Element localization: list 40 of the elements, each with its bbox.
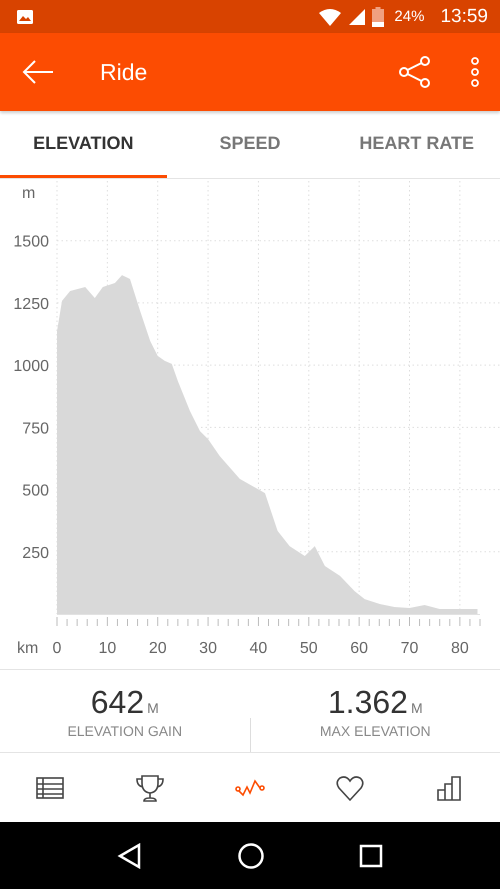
battery-icon [372,6,384,26]
y-axis-label: 1500 [13,234,49,251]
clock: 13:59 [440,6,488,28]
stat-label: MAX ELEVATION [320,722,431,738]
x-axis-label: 40 [250,640,268,657]
stat-unit: M [147,700,159,716]
y-axis-label: 250 [22,544,49,562]
stat-value: 1.362 [328,684,408,720]
home-circle-icon[interactable] [237,842,265,870]
x-axis-label: 70 [400,640,418,657]
x-axis-label: 60 [350,640,368,657]
stat-value: 642 [90,684,144,720]
more-options-button[interactable] [470,57,480,87]
stat-unit: M [410,700,423,716]
x-axis-label: 0 [52,640,62,657]
x-axis-unit: km [17,640,38,657]
x-axis-label: 20 [148,640,167,657]
signal-icon [348,8,366,26]
x-axis-label: 30 [199,640,217,657]
share-button[interactable] [398,55,432,89]
screen-title: Ride [100,58,148,86]
x-axis-label: 10 [98,640,116,657]
stat-label: ELEVATION GAIN [67,722,182,738]
back-button[interactable] [22,60,54,84]
y-axis-label: 500 [22,482,49,500]
back-triangle-icon[interactable] [117,842,143,868]
trophy-icon[interactable] [134,772,166,802]
battery-percent: 24% [394,8,424,25]
y-axis-label: 1250 [13,296,49,313]
y-axis-label: 1000 [13,358,49,376]
image-icon [16,8,34,24]
y-axis-unit: m [22,185,36,202]
x-axis-label: 80 [450,640,469,657]
wifi-icon [318,8,342,26]
x-axis-label: 50 [300,640,318,657]
tab[interactable]: HEART RATE [333,111,500,178]
overview-square-icon[interactable] [359,844,383,868]
y-axis-label: 750 [22,420,49,438]
tab[interactable]: SPEED [166,111,334,178]
tab[interactable]: ELEVATION [0,111,167,178]
